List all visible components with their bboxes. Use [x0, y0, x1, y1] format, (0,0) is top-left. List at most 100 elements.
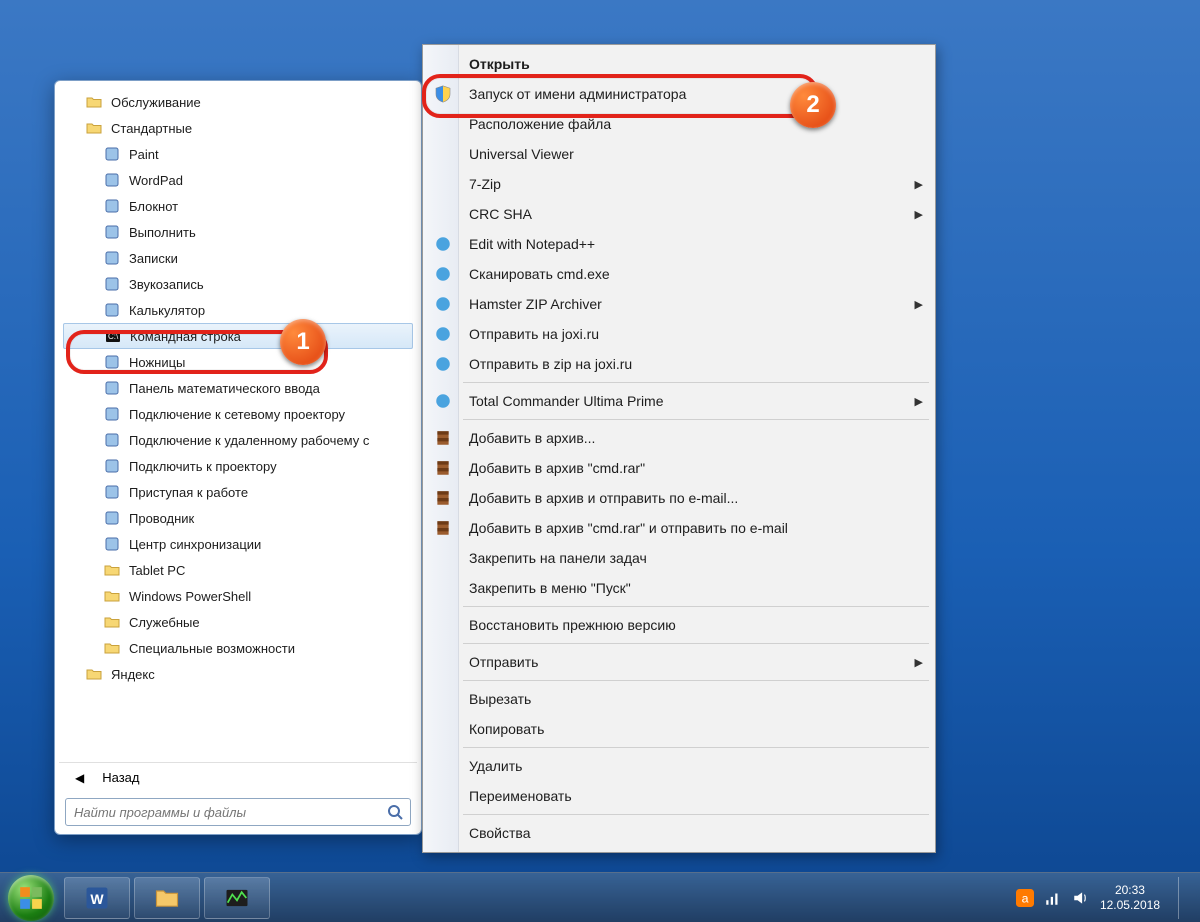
proj-icon: [103, 405, 121, 423]
rar-icon: [434, 429, 452, 447]
context-menu-item[interactable]: Отправить▶: [425, 647, 933, 677]
start-menu-item[interactable]: Выполнить: [63, 219, 413, 245]
context-menu-item[interactable]: Копировать: [425, 714, 933, 744]
cmd-icon: C:\: [104, 327, 122, 345]
sync-icon: [103, 535, 121, 553]
joxi-icon: [434, 355, 452, 373]
context-menu-item[interactable]: Добавить в архив и отправить по e-mail..…: [425, 483, 933, 513]
context-menu-item-label: Total Commander Ultima Prime: [469, 393, 664, 409]
start-menu-item-label: Калькулятор: [129, 303, 205, 318]
context-menu-item[interactable]: Вырезать: [425, 684, 933, 714]
start-menu-item-label: Стандартные: [111, 121, 192, 136]
context-menu-item[interactable]: Отправить в zip на joxi.ru: [425, 349, 933, 379]
context-menu-item-label: Закрепить на панели задач: [469, 550, 647, 566]
notepad-icon: [103, 197, 121, 215]
start-menu-item[interactable]: Стандартные: [63, 115, 413, 141]
run-icon: [103, 223, 121, 241]
taskbar-app-explorer[interactable]: [134, 877, 200, 919]
start-menu-item-label: Подключение к удаленному рабочему с: [129, 433, 369, 448]
search-input[interactable]: [65, 798, 411, 826]
taskbar: W a 20:33 12.05.2018: [0, 872, 1200, 922]
context-menu-item[interactable]: Edit with Notepad++: [425, 229, 933, 259]
context-menu-item[interactable]: Добавить в архив "cmd.rar": [425, 453, 933, 483]
context-menu-item[interactable]: Добавить в архив "cmd.rar" и отправить п…: [425, 513, 933, 543]
context-menu-item[interactable]: Hamster ZIP Archiver▶: [425, 289, 933, 319]
show-desktop-button[interactable]: [1178, 877, 1192, 919]
context-menu-separator: [463, 680, 929, 681]
start-menu-item[interactable]: WordPad: [63, 167, 413, 193]
volume-icon[interactable]: [1072, 889, 1090, 907]
start-menu-item[interactable]: Блокнот: [63, 193, 413, 219]
start-menu-item[interactable]: Записки: [63, 245, 413, 271]
svg-text:W: W: [90, 890, 104, 906]
submenu-arrow-icon: ▶: [915, 208, 923, 221]
snip-icon: [103, 353, 121, 371]
search-icon: [387, 804, 403, 820]
start-menu-item[interactable]: Подключить к проектору: [63, 453, 413, 479]
context-menu-separator: [463, 606, 929, 607]
proj2-icon: [103, 457, 121, 475]
context-menu-item-label: Добавить в архив...: [469, 430, 595, 446]
context-menu-item[interactable]: Закрепить в меню "Пуск": [425, 573, 933, 603]
context-menu-item-label: Edit with Notepad++: [469, 236, 595, 252]
network-icon[interactable]: [1044, 889, 1062, 907]
context-menu-item[interactable]: Universal Viewer: [425, 139, 933, 169]
start-menu-item-label: Панель математического ввода: [129, 381, 320, 396]
context-menu-item-label: Вырезать: [469, 691, 531, 707]
taskbar-app-word[interactable]: W: [64, 877, 130, 919]
tray-app-icon[interactable]: a: [1016, 889, 1034, 907]
context-menu-item[interactable]: Запуск от имени администратора: [425, 79, 933, 109]
context-menu-item[interactable]: Отправить на joxi.ru: [425, 319, 933, 349]
context-menu-item[interactable]: Восстановить прежнюю версию: [425, 610, 933, 640]
start-menu-item[interactable]: Windows PowerShell: [63, 583, 413, 609]
context-menu-item[interactable]: Сканировать cmd.exe: [425, 259, 933, 289]
context-menu-item[interactable]: Открыть: [425, 49, 933, 79]
start-button[interactable]: [8, 875, 54, 921]
start-menu-item[interactable]: Paint: [63, 141, 413, 167]
start-menu-item[interactable]: Проводник: [63, 505, 413, 531]
context-menu-item[interactable]: Закрепить на панели задач: [425, 543, 933, 573]
start-menu-item[interactable]: Центр синхронизации: [63, 531, 413, 557]
context-menu-item[interactable]: 7-Zip▶: [425, 169, 933, 199]
start-menu-item[interactable]: Подключение к сетевому проектору: [63, 401, 413, 427]
start-menu-item[interactable]: Звукозапись: [63, 271, 413, 297]
context-menu-item[interactable]: Удалить: [425, 751, 933, 781]
context-menu-item[interactable]: CRC SHA▶: [425, 199, 933, 229]
folder-icon: [85, 119, 103, 137]
start-menu-item[interactable]: Приступая к работе: [63, 479, 413, 505]
start-menu-item-label: Обслуживание: [111, 95, 201, 110]
context-menu-item[interactable]: Свойства: [425, 818, 933, 848]
mic-icon: [103, 275, 121, 293]
context-menu-item[interactable]: Добавить в архив...: [425, 423, 933, 453]
context-menu-item-label: Сканировать cmd.exe: [469, 266, 610, 282]
context-menu-item-label: Добавить в архив "cmd.rar": [469, 460, 645, 476]
start-menu-item-label: Звукозапись: [129, 277, 204, 292]
start-menu-item[interactable]: Калькулятор: [63, 297, 413, 323]
context-menu-item[interactable]: Total Commander Ultima Prime▶: [425, 386, 933, 416]
context-menu-item-label: Universal Viewer: [469, 146, 574, 162]
start-menu-back[interactable]: ◀ Назад: [59, 762, 417, 792]
start-menu-item[interactable]: Яндекс: [63, 661, 413, 687]
start-menu-item[interactable]: Специальные возможности: [63, 635, 413, 661]
start-menu-item[interactable]: Ножницы: [63, 349, 413, 375]
start-menu-item[interactable]: Tablet PC: [63, 557, 413, 583]
start-menu-item[interactable]: Подключение к удаленному рабочему с: [63, 427, 413, 453]
context-menu-item-label: Отправить в zip на joxi.ru: [469, 356, 632, 372]
start-menu-item[interactable]: Панель математического ввода: [63, 375, 413, 401]
math-icon: [103, 379, 121, 397]
start-menu-item[interactable]: C:\Командная строка: [63, 323, 413, 349]
context-menu-item[interactable]: Расположение файла: [425, 109, 933, 139]
taskbar-clock[interactable]: 20:33 12.05.2018: [1100, 883, 1160, 913]
taskbar-app-taskmgr[interactable]: [204, 877, 270, 919]
start-menu-item[interactable]: Служебные: [63, 609, 413, 635]
svg-text:C:\: C:\: [108, 332, 119, 341]
clock-date: 12.05.2018: [1100, 898, 1160, 913]
context-menu-item[interactable]: Переименовать: [425, 781, 933, 811]
clock-time: 20:33: [1100, 883, 1160, 898]
submenu-arrow-icon: ▶: [915, 298, 923, 311]
start-menu-item-label: Windows PowerShell: [129, 589, 251, 604]
start-menu-item[interactable]: Обслуживание: [63, 89, 413, 115]
hamster-icon: [434, 295, 452, 313]
start-menu-item-label: Подключение к сетевому проектору: [129, 407, 345, 422]
rar-icon: [434, 459, 452, 477]
